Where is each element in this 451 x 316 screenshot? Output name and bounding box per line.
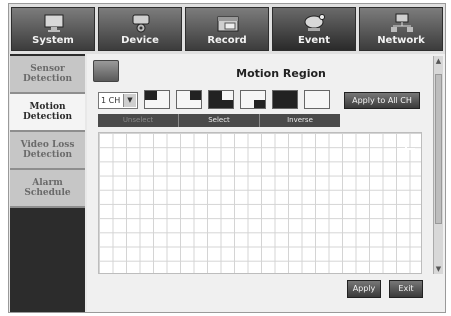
inverse-button[interactable]: Inverse: [260, 114, 340, 127]
sidebar-item-sensor-detection[interactable]: Sensor Detection: [10, 56, 85, 94]
selection-mode-bar: Unselect Select Inverse: [98, 114, 340, 127]
apply-button[interactable]: Apply: [347, 280, 381, 298]
apply-to-all-ch-button[interactable]: Apply to All CH: [344, 92, 420, 109]
chevron-down-icon: ▼: [123, 94, 136, 107]
scroll-down-icon[interactable]: ▼: [434, 264, 443, 274]
tab-label: System: [32, 35, 74, 46]
dvr-settings-window: System Device Record Event Network Senso…: [8, 3, 446, 313]
sidebar-item-label: Motion Detection: [22, 102, 73, 122]
crosshair-cursor-icon: [397, 140, 415, 158]
tab-label: Network: [377, 35, 425, 46]
exit-button[interactable]: Exit: [389, 280, 423, 298]
sidebar-item-video-loss-detection[interactable]: Video Loss Detection: [10, 132, 85, 170]
network-icon: [391, 13, 413, 32]
record-icon: [217, 16, 239, 32]
scrollbar-thumb[interactable]: [435, 74, 442, 224]
event-sidebar: Sensor Detection Motion Detection Video …: [10, 54, 85, 312]
preset-top-left-button[interactable]: [144, 90, 170, 109]
sidebar-item-label: Alarm Schedule: [24, 178, 71, 198]
tab-device[interactable]: Device: [98, 7, 182, 51]
sidebar-item-label: Sensor Detection: [22, 64, 73, 84]
tab-label: Record: [207, 35, 247, 46]
preset-clear-button[interactable]: [304, 90, 330, 109]
tab-system[interactable]: System: [11, 7, 95, 51]
unselect-button[interactable]: Unselect: [98, 114, 179, 127]
preset-bottom-right-button[interactable]: [240, 90, 266, 109]
sidebar-item-label: Video Loss Detection: [20, 140, 75, 160]
preset-full-select-button[interactable]: [272, 90, 298, 109]
channel-select-value: 1 CH: [101, 96, 121, 105]
preset-left-half-button[interactable]: [208, 90, 234, 109]
scroll-up-icon[interactable]: ▲: [434, 56, 443, 66]
select-button[interactable]: Select: [179, 114, 260, 127]
motion-region-panel: Motion Region 1 CH ▼ Apply to All CH Uns…: [87, 54, 445, 312]
camera-icon: [132, 14, 150, 33]
tab-label: Event: [297, 35, 331, 46]
alarm-camera-icon: [304, 14, 325, 31]
tab-event[interactable]: Event: [272, 7, 356, 51]
tab-network[interactable]: Network: [359, 7, 443, 51]
sidebar-item-alarm-schedule[interactable]: Alarm Schedule: [10, 170, 85, 208]
tab-label: Device: [121, 35, 159, 46]
tab-record[interactable]: Record: [185, 7, 269, 51]
monitor-icon: [44, 14, 64, 32]
vertical-scrollbar[interactable]: ▲ ▼: [433, 56, 443, 274]
motion-region-grid[interactable]: [98, 132, 422, 274]
page-title: Motion Region: [236, 67, 326, 80]
top-tab-bar: System Device Record Event Network: [9, 4, 445, 54]
sidebar-item-motion-detection[interactable]: Motion Detection: [10, 94, 85, 132]
channel-select[interactable]: 1 CH ▼: [98, 92, 138, 109]
preset-top-right-button[interactable]: [176, 90, 202, 109]
